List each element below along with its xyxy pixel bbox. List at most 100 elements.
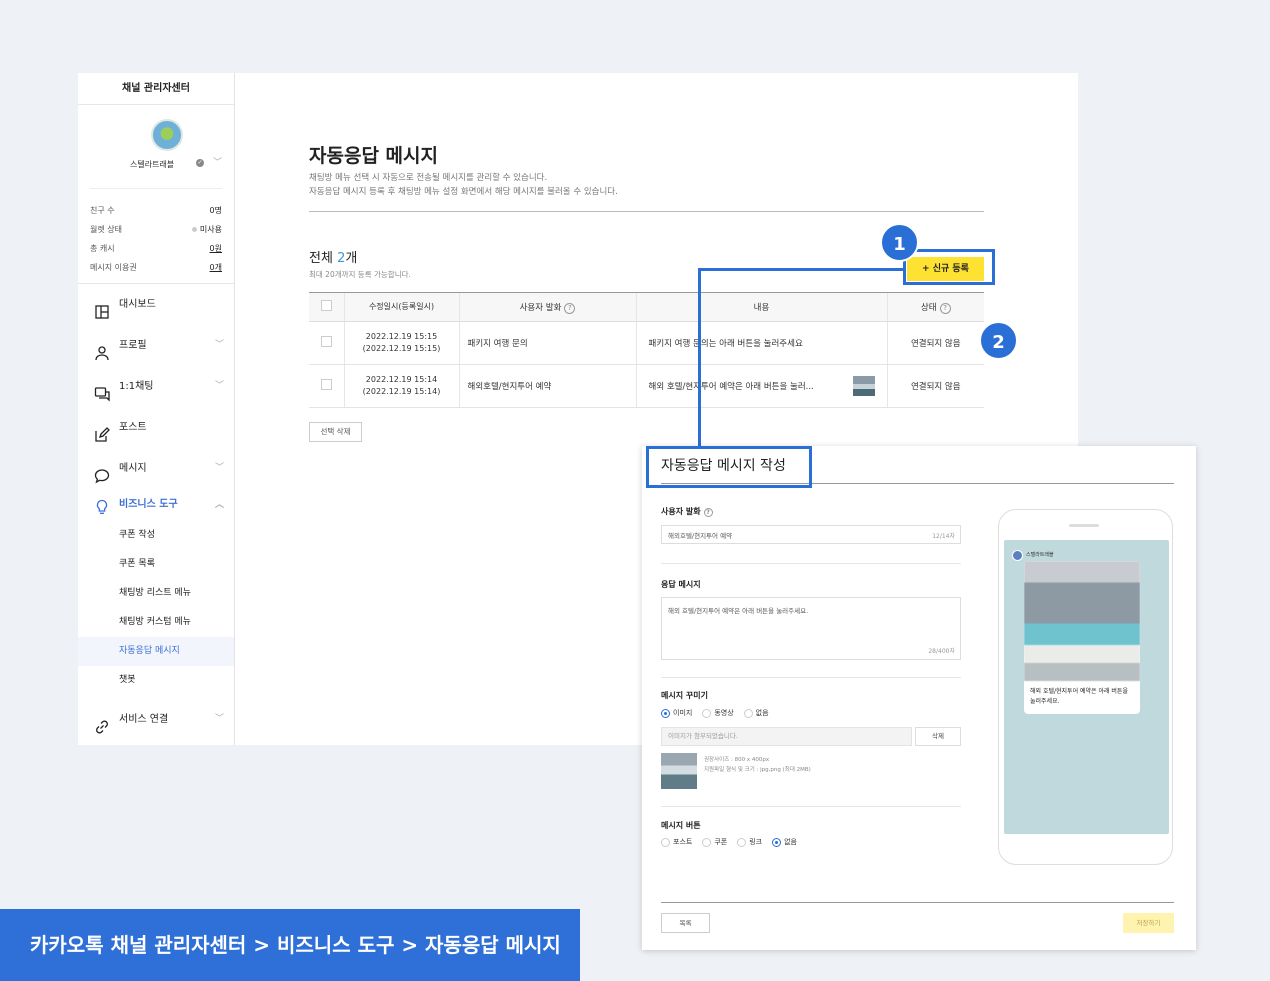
radio-video[interactable]: 동영상	[702, 708, 734, 718]
divider	[661, 677, 961, 678]
caption-banner: 카카오톡 채널 관리자센터 > 비즈니스 도구 > 자동응답 메시지	[0, 909, 580, 981]
sidebar-item-message[interactable]: 메시지 ﹀	[78, 448, 234, 489]
sidebar-sub-coupon-create[interactable]: 쿠폰 작성	[78, 521, 234, 550]
divider	[661, 563, 961, 564]
chevron-down-icon: ﹀	[214, 340, 224, 350]
status-dot-icon	[191, 227, 197, 232]
col-status: 상태?	[886, 292, 984, 322]
highlight-editor-title	[646, 446, 812, 488]
decorate-options: 이미지 동영상 없음	[661, 708, 769, 718]
channel-stats: 친구 수 0명 월렛 상태 미사용 총 캐시 0원 메시지 이용권 0개	[78, 189, 234, 284]
help-icon: ?	[939, 302, 951, 314]
delete-selected-button[interactable]: 선택 삭제	[309, 422, 362, 442]
utterance-label: 사용자 발화?	[661, 506, 713, 517]
row-checkbox[interactable]	[309, 364, 344, 408]
radio-coupon[interactable]: 쿠폰	[702, 837, 727, 847]
verified-icon: ✓	[196, 159, 204, 167]
save-button[interactable]: 저장하기	[1123, 913, 1174, 933]
channel-profile[interactable]: 스텔라트래블 ✓ ﹀	[90, 105, 222, 189]
chevron-down-icon[interactable]: ﹀	[213, 155, 222, 168]
table-header: 수정일시(등록일시) 사용자 발화? 내용 상태?	[309, 292, 984, 322]
row-checkbox[interactable]	[309, 321, 344, 365]
link-icon	[94, 712, 110, 734]
help-icon: ?	[564, 302, 576, 314]
sidebar-item-dashboard[interactable]: 대시보드	[78, 284, 234, 325]
page-title: 자동응답 메시지	[309, 145, 438, 167]
preview-message: 해외 호텔/현지투어 예약은 아래 버튼을 눌러주세요.	[1030, 688, 1128, 705]
connector-line	[698, 268, 904, 271]
radio-link[interactable]: 링크	[737, 837, 762, 847]
editor-panel: 자동응답 메시지 작성 사용자 발화? 해외호텔/현지투어 예약 12/14자 …	[642, 446, 1196, 950]
person-icon	[94, 338, 110, 361]
table-row[interactable]: 2022.12.19 15:14 (2022.12.19 15:14) 해외호텔/…	[309, 364, 984, 408]
col-utterance: 사용자 발화?	[458, 292, 636, 322]
radio-none[interactable]: 없음	[772, 837, 797, 847]
preview-channel-name: 스텔라트래블	[1026, 552, 1054, 558]
sidebar-sub-chatbot[interactable]: 챗봇	[78, 666, 234, 695]
sidebar-sub-auto-reply[interactable]: 자동응답 메시지	[78, 637, 234, 666]
limit-note: 최대 20개까지 등록 가능합니다.	[309, 270, 411, 279]
status-badge: 연결되지 않음	[886, 321, 984, 365]
chat-preview: 스텔라트래블 해외 호텔/현지투어 예약은 아래 버튼을 눌러주세요.	[1004, 540, 1169, 834]
select-all-checkbox[interactable]	[309, 292, 344, 322]
sidebar-sub-chatroom-list-menu[interactable]: 채팅방 리스트 메뉴	[78, 579, 234, 608]
chevron-up-icon: ︿	[214, 500, 224, 510]
chevron-down-icon: ﹀	[214, 714, 224, 724]
channel-name: 스텔라트래블	[130, 160, 175, 169]
edit-icon	[94, 420, 110, 442]
help-icon: ?	[703, 508, 713, 517]
chevron-down-icon: ﹀	[214, 463, 224, 473]
sidebar-sub-coupon-list[interactable]: 쿠폰 목록	[78, 550, 234, 579]
image-guidelines: 권장사이즈 : 800 x 400px 지원파일 형식 및 크기 : jpg,p…	[704, 757, 811, 773]
response-textarea[interactable]: 해외 호텔/현지투어 예약은 아래 버튼을 눌러주세요. 28/400자	[661, 597, 961, 660]
file-delete-button[interactable]: 삭제	[915, 727, 961, 746]
decorate-label: 메시지 꾸미기	[661, 691, 708, 700]
chat-icon	[94, 379, 110, 402]
sidebar-item-post[interactable]: 포스트	[78, 407, 234, 448]
sidebar: 채널 관리자센터 스텔라트래블 ✓ ﹀ 친구 수 0명 월렛 상태 미사용 총 …	[78, 73, 235, 745]
status-badge: 연결되지 않음	[886, 364, 984, 408]
col-content: 내용	[635, 292, 887, 322]
connector-line	[698, 268, 701, 446]
phone-speaker	[1069, 524, 1099, 527]
sidebar-nav: 대시보드 프로필 ﹀ 1:1채팅 ﹀ 포스트 메시지 ﹀ 비즈니스 도구 ︿ 쿠…	[78, 284, 234, 740]
divider	[661, 806, 961, 807]
divider	[309, 211, 984, 212]
stat-wallet: 월렛 상태 미사용	[90, 225, 222, 234]
avatar	[151, 119, 183, 151]
auto-reply-table: 수정일시(등록일시) 사용자 발화? 내용 상태? 2022.12.19 15:…	[309, 292, 984, 408]
radio-none[interactable]: 없음	[743, 708, 769, 718]
stat-vouchers: 메시지 이용권 0개	[90, 263, 222, 272]
lightbulb-icon	[94, 497, 110, 514]
sidebar-item-business-tools[interactable]: 비즈니스 도구 ︿	[78, 489, 234, 521]
avatar	[1012, 550, 1023, 561]
sidebar-item-chat[interactable]: 1:1채팅 ﹀	[78, 366, 234, 407]
message-button-options: 포스트 쿠폰 링크 없음	[661, 837, 797, 847]
sidebar-item-service-link[interactable]: 서비스 연결 ﹀	[78, 699, 234, 740]
uploaded-image-thumbnail	[661, 753, 697, 789]
file-field[interactable]: 이미지가 첨부되었습니다.	[661, 727, 912, 746]
response-label: 응답 메시지	[661, 580, 701, 589]
stat-friends: 친구 수 0명	[90, 206, 222, 215]
phone-preview: 스텔라트래블 해외 호텔/현지투어 예약은 아래 버튼을 눌러주세요.	[998, 509, 1173, 865]
stat-cash: 총 캐시 0원	[90, 244, 222, 253]
radio-image[interactable]: 이미지	[661, 708, 692, 718]
page-description: 채팅방 메뉴 선택 시 자동으로 전송될 메시지를 관리할 수 있습니다. 자동…	[309, 173, 618, 197]
utterance-input[interactable]: 해외호텔/현지투어 예약 12/14자	[661, 525, 961, 544]
sidebar-title: 채널 관리자센터	[78, 73, 234, 105]
highlight-new-button	[903, 249, 995, 285]
chevron-down-icon: ﹀	[214, 381, 224, 391]
message-icon	[94, 461, 110, 484]
image-thumbnail	[852, 376, 875, 396]
list-button[interactable]: 목록	[661, 913, 710, 933]
divider	[661, 902, 1174, 903]
message-button-label: 메시지 버튼	[661, 821, 701, 830]
sidebar-item-profile[interactable]: 프로필 ﹀	[78, 325, 234, 366]
radio-post[interactable]: 포스트	[661, 837, 692, 847]
sidebar-sub-chatroom-custom-menu[interactable]: 채팅방 커스텀 메뉴	[78, 608, 234, 637]
message-bubble: 해외 호텔/현지투어 예약은 아래 버튼을 눌러주세요.	[1024, 561, 1140, 714]
callout-marker-1: 1	[880, 223, 919, 262]
table-row[interactable]: 2022.12.19 15:15 (2022.12.19 15:15) 패키지 여…	[309, 321, 984, 365]
dashboard-icon	[94, 297, 110, 319]
col-date: 수정일시(등록일시)	[343, 292, 459, 322]
